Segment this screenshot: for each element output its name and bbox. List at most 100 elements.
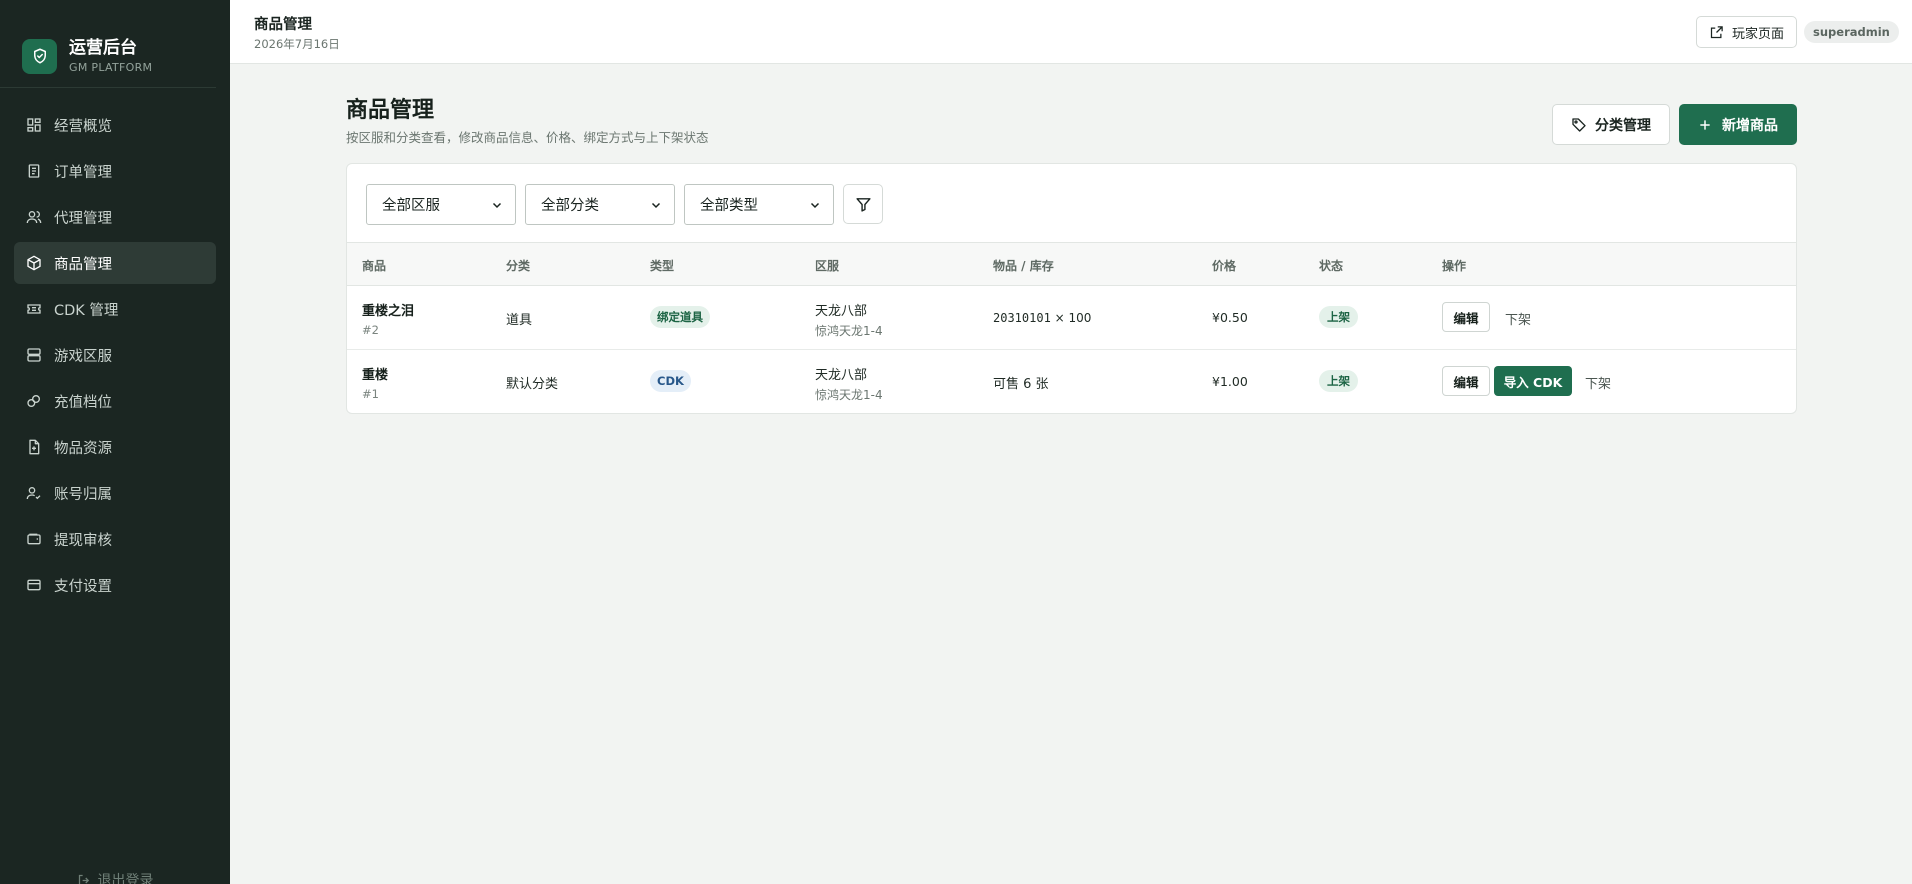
player-page-button[interactable]: 玩家页面 [1696, 16, 1798, 48]
table-row: 重楼之泪 #2 道具 绑定道具 天龙八部 惊鸿天龙1-4 20310101 × … [347, 286, 1796, 350]
status-badge: 上架 [1319, 306, 1358, 328]
wallet-icon [26, 531, 42, 547]
type-badge: 绑定道具 [650, 306, 710, 328]
sidebar-item-products[interactable]: 商品管理 [14, 242, 216, 284]
category-management-label: 分类管理 [1595, 117, 1651, 134]
dashboard-icon [26, 117, 42, 133]
column-product: 商品 [362, 259, 387, 273]
product-category: 道具 [506, 313, 533, 328]
type-badge: CDK [650, 370, 691, 392]
brand-subtitle: GM PLATFORM [69, 61, 153, 74]
category-filter-value: 全部分类 [541, 198, 599, 214]
product-id: #1 [362, 387, 379, 401]
shield-logo-icon [22, 38, 57, 74]
server-name: 天龙八部 [815, 304, 868, 319]
category-management-button[interactable]: 分类管理 [1552, 104, 1670, 145]
sidebar-item-account-ownership[interactable]: 账号归属 [14, 472, 216, 514]
chevron-down-icon [491, 199, 503, 211]
product-price: ¥0.50 [1212, 310, 1248, 325]
type-filter-value: 全部类型 [700, 198, 758, 214]
sidebar-item-withdraw-review[interactable]: 提现审核 [14, 518, 216, 560]
edit-button[interactable]: 编辑 [1442, 302, 1490, 332]
sidebar-item-cdk[interactable]: CDK 管理 [14, 288, 216, 330]
product-name: 重楼 [362, 368, 389, 383]
column-stock: 物品 / 库存 [993, 259, 1054, 273]
products-card: 全部区服 全部分类 全部类型 商品 分类 类型 区服 物品 / 库存 价格 状态… [346, 163, 1797, 414]
sidebar-item-label: 提现审核 [54, 532, 112, 549]
tag-icon [1571, 117, 1587, 133]
ticket-icon [26, 301, 42, 317]
sidebar-item-label: 商品管理 [54, 256, 112, 273]
column-price: 价格 [1212, 259, 1237, 273]
product-category: 默认分类 [506, 377, 559, 392]
brand: 运营后台 GM PLATFORM [0, 0, 216, 88]
coins-icon [26, 393, 42, 409]
unlist-link[interactable]: 下架 [1505, 309, 1531, 328]
brand-title: 运营后台 [69, 38, 137, 58]
logout-button[interactable]: 退出登录 [0, 870, 230, 884]
orders-icon [26, 163, 42, 179]
type-filter-select[interactable]: 全部类型 [684, 184, 834, 225]
sidebar-item-recharge-tiers[interactable]: 充值档位 [14, 380, 216, 422]
sidebar-item-label: 代理管理 [54, 210, 112, 227]
sidebar-item-payment-settings[interactable]: 支付设置 [14, 564, 216, 606]
user-badge: superadmin [1804, 21, 1899, 43]
filter-icon [855, 196, 872, 213]
category-filter-select[interactable]: 全部分类 [525, 184, 675, 225]
package-icon [26, 255, 42, 271]
item-code: 20310101 [993, 311, 1051, 325]
product-price: ¥1.00 [1212, 374, 1248, 389]
header-date: 2026年7月16日 [254, 37, 340, 51]
sidebar-item-overview[interactable]: 经营概览 [14, 104, 216, 146]
user-check-icon [26, 485, 42, 501]
item-quantity: × 100 [1050, 311, 1092, 325]
stock-available: 可售 6 张 [993, 377, 1049, 392]
add-product-button[interactable]: 新增商品 [1679, 104, 1797, 145]
product-name: 重楼之泪 [362, 304, 415, 319]
column-category: 分类 [506, 259, 531, 273]
sidebar-item-servers[interactable]: 游戏区服 [14, 334, 216, 376]
logout-icon [77, 873, 92, 884]
sidebar-item-label: 经营概览 [54, 118, 112, 135]
column-status: 状态 [1319, 259, 1344, 273]
users-icon [26, 209, 42, 225]
column-type: 类型 [650, 259, 675, 273]
column-server: 区服 [815, 259, 840, 273]
sidebar-item-label: 物品资源 [54, 440, 112, 457]
sidebar-item-label: 订单管理 [54, 164, 112, 181]
edit-button[interactable]: 编辑 [1442, 366, 1490, 396]
server-filter-select[interactable]: 全部区服 [366, 184, 516, 225]
sidebar-item-item-resources[interactable]: 物品资源 [14, 426, 216, 468]
sidebar-item-orders[interactable]: 订单管理 [14, 150, 216, 192]
logout-label: 退出登录 [97, 873, 154, 884]
top-header: 商品管理 2026年7月16日 玩家页面 superadmin [230, 0, 1912, 64]
sidebar: 运营后台 GM PLATFORM 经营概览 订单管理 代理管理 商品管理 CDK… [0, 0, 230, 884]
credit-card-icon [26, 577, 42, 593]
server-range: 惊鸿天龙1-4 [815, 324, 883, 338]
player-page-label: 玩家页面 [1732, 26, 1785, 42]
unlist-link[interactable]: 下架 [1585, 373, 1611, 392]
table-header: 商品 分类 类型 区服 物品 / 库存 价格 状态 操作 [347, 243, 1796, 286]
server-icon [26, 347, 42, 363]
external-link-icon [1709, 25, 1724, 40]
apply-filter-button[interactable] [843, 184, 883, 224]
server-filter-value: 全部区服 [382, 198, 440, 214]
column-actions: 操作 [1442, 259, 1467, 273]
filter-bar: 全部区服 全部分类 全部类型 [347, 164, 1796, 243]
page-title: 商品管理 [346, 98, 435, 123]
sidebar-item-label: 支付设置 [54, 578, 112, 595]
sidebar-item-label: 账号归属 [54, 486, 112, 503]
chevron-down-icon [809, 199, 821, 211]
page-description: 按区服和分类查看，修改商品信息、价格、绑定方式与上下架状态 [346, 130, 709, 145]
server-range: 惊鸿天龙1-4 [815, 388, 883, 402]
import-cdk-button[interactable]: 导入 CDK [1494, 366, 1572, 396]
header-title: 商品管理 [254, 17, 312, 33]
sidebar-item-agents[interactable]: 代理管理 [14, 196, 216, 238]
file-icon [26, 439, 42, 455]
plus-icon [1698, 118, 1712, 132]
table-row: 重楼 #1 默认分类 CDK 天龙八部 惊鸿天龙1-4 可售 6 张 ¥1.00… [347, 350, 1796, 413]
add-product-label: 新增商品 [1722, 117, 1778, 134]
product-id: #2 [362, 323, 379, 337]
status-badge: 上架 [1319, 370, 1358, 392]
chevron-down-icon [650, 199, 662, 211]
